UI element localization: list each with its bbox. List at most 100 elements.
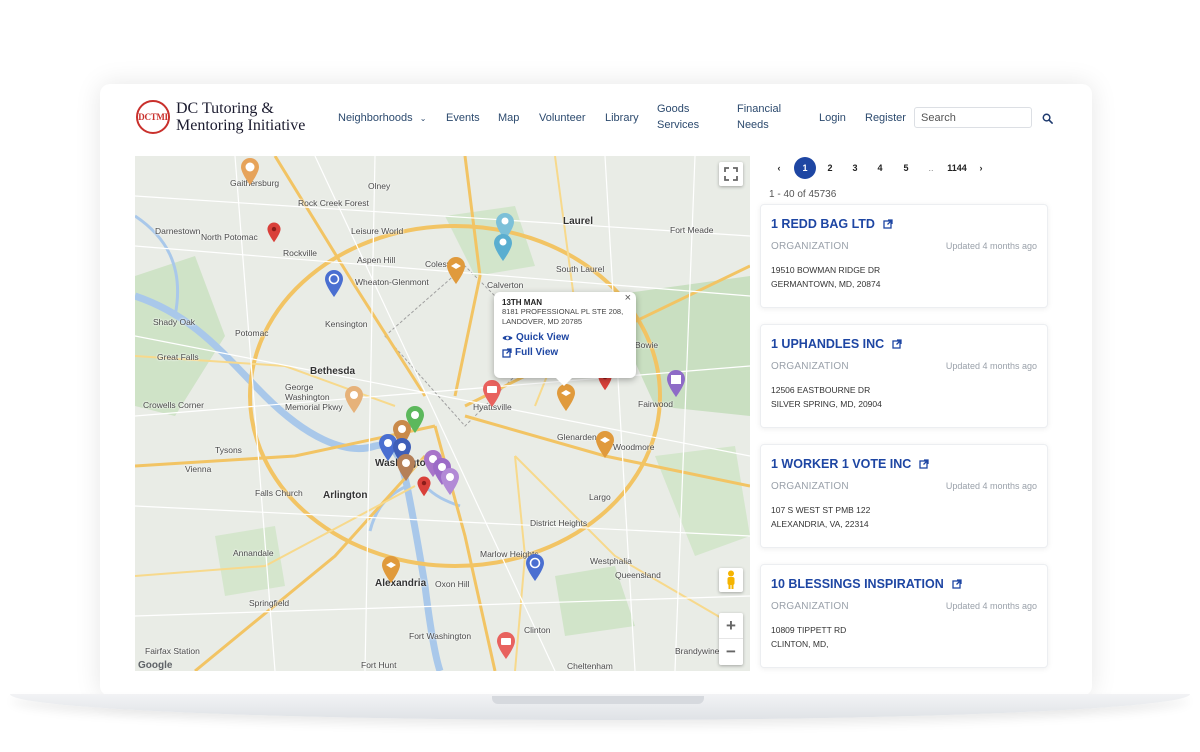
result-card: 1 WORKER 1 VOTE INC ORGANIZATION Updated… [760,444,1048,548]
site-logo[interactable]: DCTMI [136,100,170,134]
street-view-button[interactable] [719,568,743,592]
map-pin-group[interactable] [492,232,514,262]
google-attribution: Google [138,660,173,671]
map-pin-education[interactable] [380,554,402,584]
pagination-page-2[interactable]: 2 [819,157,841,179]
full-view-label: Full View [515,347,559,358]
map-place: North Potomac [201,232,258,242]
site-title[interactable]: DC Tutoring & Mentoring Initiative [176,100,326,134]
result-address-line1: 107 S WEST ST PMB 122 [771,505,871,515]
full-view-link[interactable]: Full View [502,347,628,358]
pagination-page-4[interactable]: 4 [869,157,891,179]
popup-title: 13TH MAN [502,298,543,307]
map-place: Vienna [185,464,212,474]
pagination-page-3[interactable]: 3 [844,157,866,179]
result-address-line1: 10809 TIPPETT RD [771,625,847,635]
result-address-line2: GERMANTOWN, MD, 20874 [771,279,881,289]
pagination-next[interactable]: › [970,157,992,179]
map-place: Queensland [615,570,661,580]
eye-icon [502,335,513,340]
map-pin-education[interactable] [445,255,467,285]
nav-goods-services[interactable]: Goods Services [657,101,705,133]
map-place: Aspen Hill [357,255,396,265]
map-pin-education[interactable] [239,156,261,186]
map-pin-education[interactable] [594,429,616,459]
result-title: 1 UPHANDLES INC [771,337,885,351]
result-address-line2: SILVER SPRING, MD, 20904 [771,399,882,409]
map-place: Westphalia [590,556,632,566]
map-place: Oxon Hill [435,579,470,589]
nav-login[interactable]: Login [819,110,846,126]
map-place: Fairfax Station [145,646,200,656]
map-place: Kensington [325,319,368,329]
map-pin-arts[interactable] [439,466,461,496]
nav-map[interactable]: Map [498,110,519,126]
map-place: Glenarden [557,432,597,442]
result-title: 10 BLESSINGS INSPIRATION [771,577,944,591]
result-type: ORGANIZATION [771,241,849,252]
nav-library[interactable]: Library [605,110,639,126]
map-place: Crowells Corner [143,400,204,410]
map-place: Falls Church [255,488,303,498]
map-pin-location[interactable] [416,474,432,498]
map-pin-location[interactable] [266,220,282,244]
external-link-icon [502,347,512,358]
result-title-link[interactable]: 1 UPHANDLES INC [771,337,902,351]
pagination-page-last[interactable]: 1144 [943,157,971,179]
nav-events[interactable]: Events [446,110,480,126]
nav-volunteer[interactable]: Volunteer [539,110,585,126]
nav-financial-needs[interactable]: Financial Needs [737,101,785,133]
quick-view-link[interactable]: Quick View [502,332,628,343]
result-address-line1: 12506 EASTBOURNE DR [771,385,871,395]
map-pin-education[interactable] [555,382,577,412]
result-updated: Updated 4 months ago [945,241,1037,251]
search-input[interactable] [914,107,1032,128]
map-place: Bethesda [310,366,356,377]
map-place: Potomac [235,328,269,338]
map-pin-education[interactable] [395,452,417,482]
pagination-prev[interactable]: ‹ [768,157,790,179]
map-view[interactable]: Gaithersburg Rockville North Potomac Dar… [135,156,750,671]
zoom-in-button[interactable]: + [719,613,743,639]
map-place: Great Falls [157,352,199,362]
zoom-out-button[interactable]: − [719,639,743,665]
map-place: Olney [368,181,391,191]
map-pin-calendar[interactable] [665,368,687,398]
result-type: ORGANIZATION [771,481,849,492]
nav-neighborhoods[interactable]: Neighborhoods ⌄ [338,110,426,127]
map-place: Brandywine [675,646,720,656]
map-place: Clinton [524,625,551,635]
result-title: 1 WORKER 1 VOTE INC [771,457,912,471]
map-place: Annandale [233,548,274,558]
map-place: Shady Oak [153,317,196,327]
result-title-link[interactable]: 10 BLESSINGS INSPIRATION [771,577,962,591]
fullscreen-button[interactable] [719,162,743,186]
pagination-page-1[interactable]: 1 [794,157,816,179]
external-link-icon [919,459,929,469]
external-link-icon [883,219,893,229]
result-title-link[interactable]: 1 WORKER 1 VOTE INC [771,457,929,471]
map-pin-target[interactable] [323,268,345,298]
nav-register[interactable]: Register [865,110,906,126]
result-address-line2: CLINTON, MD, [771,639,829,649]
map-pin-target[interactable] [524,552,546,582]
laptop-notch [492,696,704,704]
search-button[interactable] [1038,109,1056,127]
result-count: 1 - 40 of 45736 [769,189,837,200]
map-pin-camera[interactable] [481,378,503,408]
map-place: Tysons [215,445,242,455]
map-place: Arlington [323,490,368,501]
close-icon[interactable]: × [625,292,631,304]
result-address: 19510 BOWMAN RIDGE DR GERMANTOWN, MD, 208… [771,263,880,291]
result-title-link[interactable]: 1 REDD BAG LTD [771,217,893,231]
result-address-line1: 19510 BOWMAN RIDGE DR [771,265,881,275]
result-updated: Updated 4 months ago [945,481,1037,491]
map-place: South Laurel [556,264,605,274]
result-type: ORGANIZATION [771,601,849,612]
pagination-page-5[interactable]: 5 [895,157,917,179]
map-pin-camera[interactable] [495,630,517,660]
fullscreen-icon [724,167,738,181]
map-pin-people[interactable] [343,384,365,414]
pagination-ellipsis: .. [928,163,934,173]
map-place: Fairwood [638,399,673,409]
